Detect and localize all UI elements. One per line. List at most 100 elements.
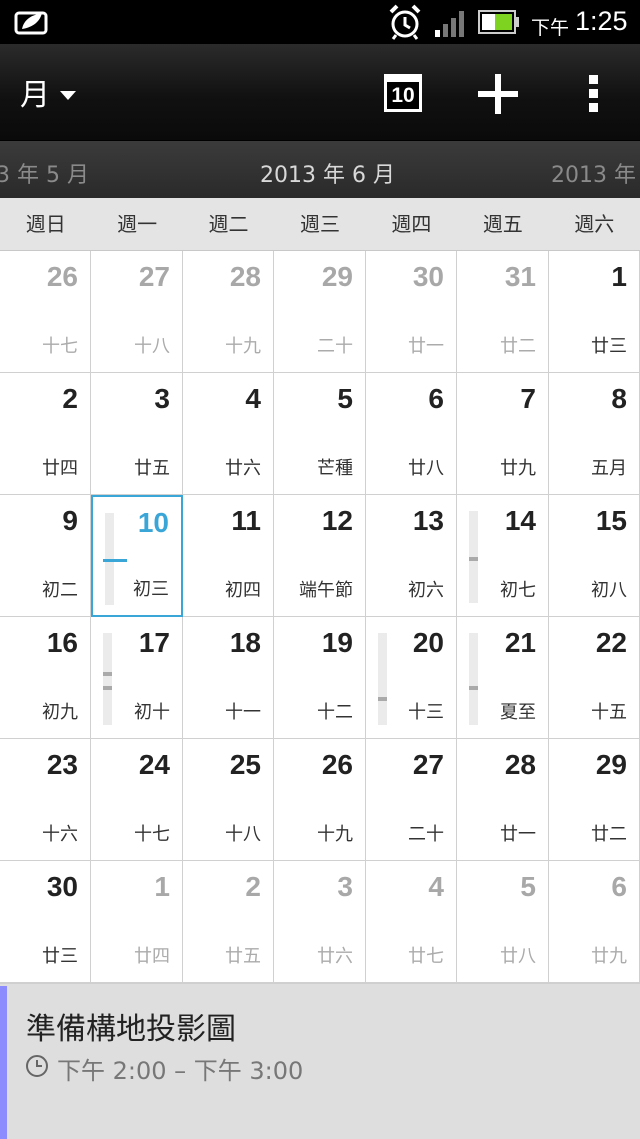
day-cell[interactable]: 7 廿九: [457, 373, 549, 495]
day-cell[interactable]: 4 廿七: [366, 861, 457, 983]
day-number: 16: [46, 627, 78, 658]
day-number: 6: [428, 383, 444, 414]
day-cell[interactable]: 22 十五: [549, 617, 640, 739]
weekday-wed: 週三: [299, 212, 340, 236]
day-cell[interactable]: 5 芒種: [274, 373, 366, 495]
lunar-date: 五月: [591, 458, 627, 479]
overflow-menu-button[interactable]: [582, 74, 606, 114]
lunar-date: 廿一: [500, 824, 536, 845]
day-cell[interactable]: 3 廿六: [274, 861, 366, 983]
day-cell[interactable]: 19 十二: [274, 617, 366, 739]
day-cell[interactable]: 21 夏至: [457, 617, 549, 739]
day-cell[interactable]: 16 初九: [0, 617, 91, 739]
agenda-event[interactable]: 準備構地投影圖 下午 2:00 – 下午 3:00: [0, 983, 640, 1139]
day-number: 25: [229, 749, 261, 780]
month-current: 2013 年 6 月: [260, 163, 395, 188]
event-indicator: [469, 633, 478, 725]
weekday-mon: 週一: [117, 212, 158, 236]
lunar-date: 廿四: [42, 458, 78, 479]
lunar-date: 廿二: [500, 336, 536, 357]
lunar-date: 二十: [317, 336, 353, 357]
event-marker: [469, 557, 478, 561]
event-title: 準備構地投影圖: [26, 1012, 236, 1047]
lunar-date: 芒種: [317, 458, 353, 479]
day-number: 5: [337, 383, 353, 414]
lunar-date: 廿九: [500, 458, 536, 479]
day-cell[interactable]: 24 十七: [91, 739, 183, 861]
day-number: 28: [504, 749, 536, 780]
battery-icon: [478, 10, 519, 34]
month-prev[interactable]: 3 年 5 月: [0, 157, 89, 189]
view-mode-dropdown[interactable]: 月: [20, 72, 76, 113]
lunar-date: 十三: [408, 702, 444, 723]
lunar-date: 十七: [134, 824, 170, 845]
day-number: 4: [428, 871, 444, 902]
day-cell[interactable]: 6 廿八: [366, 373, 457, 495]
day-cell[interactable]: 2 廿四: [0, 373, 91, 495]
day-cell-today[interactable]: 10 初三: [91, 495, 183, 617]
day-cell[interactable]: 11 初四: [183, 495, 274, 617]
lunar-date: 初四: [225, 580, 261, 601]
lunar-date: 二十: [408, 824, 444, 845]
day-cell[interactable]: 27 二十: [366, 739, 457, 861]
day-cell[interactable]: 20 十三: [366, 617, 457, 739]
event-marker: [103, 672, 112, 676]
day-cell[interactable]: 30 廿三: [0, 861, 91, 983]
day-cell[interactable]: 18 十一: [183, 617, 274, 739]
day-number: 3: [337, 871, 353, 902]
day-cell[interactable]: 25 十八: [183, 739, 274, 861]
day-cell[interactable]: 1 廿四: [91, 861, 183, 983]
lunar-date: 初二: [42, 580, 78, 601]
day-cell[interactable]: 4 廿六: [183, 373, 274, 495]
lunar-date: 十五: [591, 702, 627, 723]
month-next[interactable]: 2013 年 7: [551, 157, 640, 189]
day-cell[interactable]: 26 十九: [274, 739, 366, 861]
day-number: 30: [412, 261, 444, 292]
day-cell[interactable]: 15 初八: [549, 495, 640, 617]
add-event-button[interactable]: [478, 74, 518, 114]
day-number: 26: [321, 749, 353, 780]
day-cell[interactable]: 30 廿一: [366, 251, 457, 373]
day-cell[interactable]: 26 十七: [0, 251, 91, 373]
day-number: 10: [137, 507, 169, 538]
weekday-fri: 週五: [482, 212, 523, 236]
day-cell[interactable]: 27 十八: [91, 251, 183, 373]
day-cell[interactable]: 9 初二: [0, 495, 91, 617]
day-cell[interactable]: 5 廿八: [457, 861, 549, 983]
day-number: 27: [412, 749, 444, 780]
lunar-date: 十七: [42, 336, 78, 357]
day-cell[interactable]: 31 廿二: [457, 251, 549, 373]
day-number: 23: [46, 749, 78, 780]
overflow-menu-icon: [589, 75, 598, 84]
day-cell[interactable]: 29 廿二: [549, 739, 640, 861]
lunar-date: 廿六: [317, 946, 353, 967]
day-cell[interactable]: 13 初六: [366, 495, 457, 617]
day-cell[interactable]: 29 二十: [274, 251, 366, 373]
day-number: 24: [138, 749, 170, 780]
day-cell[interactable]: 1 廿三: [549, 251, 640, 373]
day-cell[interactable]: 28 廿一: [457, 739, 549, 861]
lunar-date: 十二: [317, 702, 353, 723]
event-indicator: [103, 633, 112, 725]
day-cell[interactable]: 17 初十: [91, 617, 183, 739]
lunar-date: 廿四: [134, 946, 170, 967]
action-bar: 月 10: [0, 44, 640, 141]
lunar-date: 初七: [500, 580, 536, 601]
lunar-date: 廿五: [225, 946, 261, 967]
month-selector[interactable]: 3 年 5 月 2013 年 6 月 2013 年 7: [0, 141, 640, 198]
weekday-sun: 週日: [25, 212, 66, 236]
event-marker: [103, 686, 112, 690]
day-cell[interactable]: 8 五月: [549, 373, 640, 495]
today-button[interactable]: 10: [384, 74, 422, 112]
day-cell[interactable]: 23 十六: [0, 739, 91, 861]
day-cell[interactable]: 3 廿五: [91, 373, 183, 495]
day-number: 17: [138, 627, 170, 658]
day-cell[interactable]: 14 初七: [457, 495, 549, 617]
lunar-date: 廿八: [500, 946, 536, 967]
day-cell[interactable]: 28 十九: [183, 251, 274, 373]
lunar-date: 十八: [225, 824, 261, 845]
day-cell[interactable]: 6 廿九: [549, 861, 640, 983]
day-cell[interactable]: 12 端午節: [274, 495, 366, 617]
day-cell[interactable]: 2 廿五: [183, 861, 274, 983]
event-time: 下午 2:00 – 下午 3:00: [57, 1057, 304, 1085]
